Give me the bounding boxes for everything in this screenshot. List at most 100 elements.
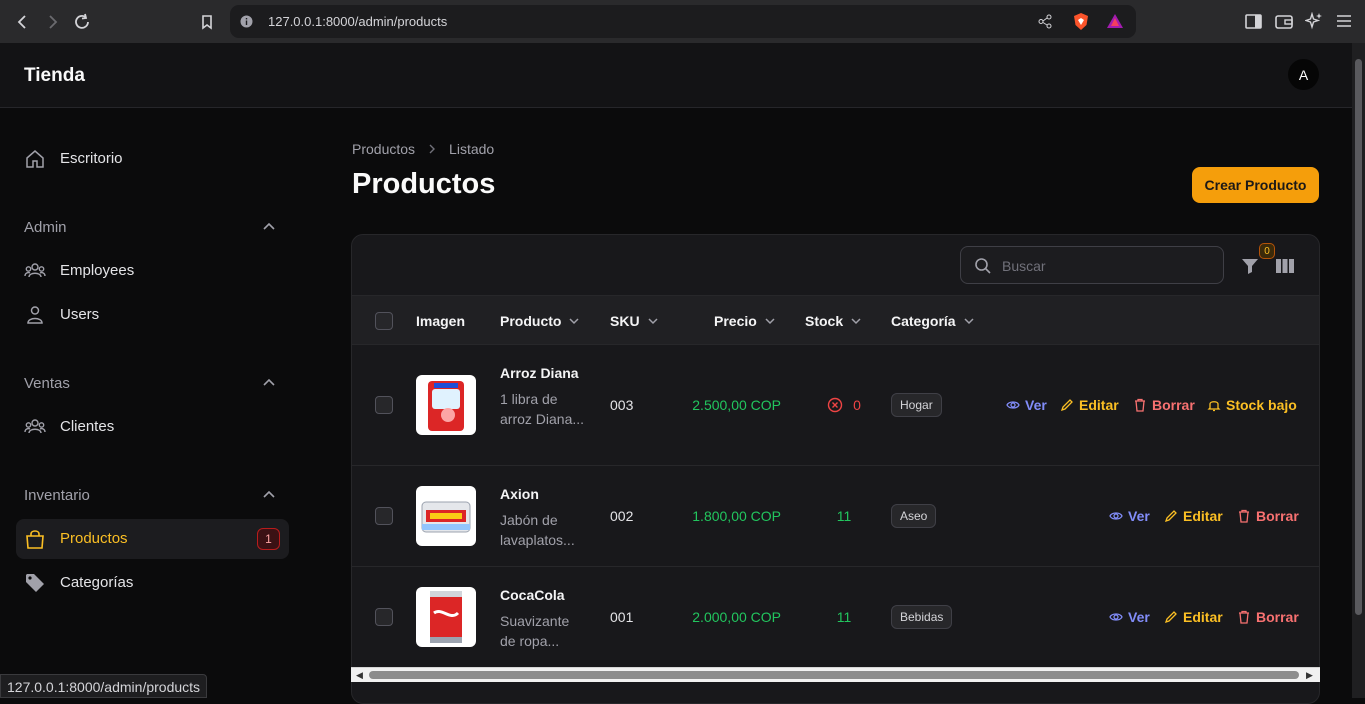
chevron-down-icon xyxy=(765,318,775,325)
breadcrumb-root[interactable]: Productos xyxy=(352,141,415,157)
chevron-up-icon[interactable] xyxy=(262,376,276,390)
edit-action[interactable]: Editar xyxy=(1164,609,1223,625)
trash-icon xyxy=(1239,509,1249,523)
sidebar-item-categorias[interactable]: Categorías xyxy=(16,563,289,603)
product-image xyxy=(416,587,476,647)
search-icon xyxy=(975,258,991,274)
sidebar: Escritorio Admin Employees Users Ventas … xyxy=(0,108,300,698)
bookmark-icon[interactable] xyxy=(192,7,222,37)
pencil-icon xyxy=(1060,399,1073,412)
user-icon xyxy=(27,306,43,324)
chevron-up-icon[interactable] xyxy=(262,220,276,234)
chevron-down-icon xyxy=(648,318,658,325)
col-stock[interactable]: Stock xyxy=(805,313,862,329)
table-header: Imagen Producto SKU Precio Stock Categor… xyxy=(352,295,1319,345)
products-table-card: Buscar 0 Imagen Producto SKU Precio Stoc… xyxy=(351,234,1320,704)
search-input[interactable]: Buscar xyxy=(960,246,1224,284)
bell-icon xyxy=(1207,401,1221,412)
table-horizontal-scrollbar[interactable]: ◀ ▶ xyxy=(351,667,1320,682)
delete-action[interactable]: Borrar xyxy=(1237,508,1299,524)
col-label: Precio xyxy=(714,313,757,329)
table-row[interactable]: Axion Jabón de lavaplatos... 002 1.800,0… xyxy=(352,466,1319,567)
create-product-button[interactable]: Crear Producto xyxy=(1192,167,1319,203)
col-label: Stock xyxy=(805,313,844,329)
view-action[interactable]: Ver xyxy=(1006,397,1047,413)
row-checkbox[interactable] xyxy=(375,396,393,414)
product-price: 1.800,00 COP xyxy=(692,508,781,524)
table-row[interactable]: CocaCola Suavizante de ropa... 001 2.000… xyxy=(352,567,1319,668)
chevron-down-icon xyxy=(851,318,861,325)
action-label: Ver xyxy=(1025,397,1047,413)
address-bar[interactable]: 127.0.0.1:8000/admin/products xyxy=(230,5,1136,38)
row-checkbox[interactable] xyxy=(375,608,393,626)
product-image xyxy=(416,486,476,546)
delete-action[interactable]: Borrar xyxy=(1133,397,1195,413)
user-avatar[interactable]: A xyxy=(1288,59,1319,90)
sidebar-toggle-icon[interactable] xyxy=(1245,13,1262,30)
low-stock-action[interactable]: Stock bajo xyxy=(1207,397,1297,413)
link-status-bar: 127.0.0.1:8000/admin/products xyxy=(0,674,208,698)
breadcrumb-current: Listado xyxy=(449,141,495,157)
edit-action[interactable]: Editar xyxy=(1164,508,1223,524)
col-categoria[interactable]: Categoría xyxy=(891,313,975,329)
sidebar-item-productos[interactable]: Productos 1 xyxy=(16,519,289,559)
brave-shield-icon[interactable] xyxy=(1072,12,1090,31)
view-action[interactable]: Ver xyxy=(1109,508,1150,524)
product-price: 2.000,00 COP xyxy=(692,609,781,625)
select-all-checkbox[interactable] xyxy=(375,312,393,330)
col-sku[interactable]: SKU xyxy=(610,313,659,329)
scroll-right-icon[interactable]: ▶ xyxy=(1306,670,1313,681)
site-info-icon[interactable] xyxy=(240,15,253,28)
chevron-down-icon xyxy=(964,318,974,325)
sidebar-item-users[interactable]: Users xyxy=(16,295,289,335)
shopping-bag-icon xyxy=(26,530,44,549)
sidebar-group-inventario[interactable]: Inventario xyxy=(24,487,90,504)
table-row[interactable]: Arroz Diana 1 libra de arroz Diana... 00… xyxy=(352,345,1319,466)
chevron-up-icon[interactable] xyxy=(262,488,276,502)
search-placeholder: Buscar xyxy=(1002,258,1046,274)
trash-icon xyxy=(1135,398,1145,412)
sidebar-item-label: Clientes xyxy=(60,418,115,435)
count-badge: 1 xyxy=(257,528,280,550)
share-icon[interactable] xyxy=(1038,14,1053,29)
scrollbar-thumb[interactable] xyxy=(1355,59,1362,615)
eye-icon xyxy=(1109,613,1123,621)
brand-logo[interactable]: Tienda xyxy=(24,65,85,87)
browser-toolbar: 127.0.0.1:8000/admin/products xyxy=(0,0,1365,43)
wallet-icon[interactable] xyxy=(1275,13,1293,30)
delete-action[interactable]: Borrar xyxy=(1237,609,1299,625)
col-precio[interactable]: Precio xyxy=(714,313,776,329)
brave-rewards-icon[interactable] xyxy=(1106,13,1124,29)
action-label: Borrar xyxy=(1256,609,1299,625)
forward-icon[interactable] xyxy=(37,7,67,37)
filter-icon[interactable] xyxy=(1240,256,1260,276)
col-imagen: Imagen xyxy=(416,313,465,329)
scroll-left-icon[interactable]: ◀ xyxy=(356,670,363,681)
menu-icon[interactable] xyxy=(1336,14,1352,28)
url-text: 127.0.0.1:8000/admin/products xyxy=(268,14,448,29)
reload-icon[interactable] xyxy=(67,7,97,37)
col-label: SKU xyxy=(610,313,640,329)
sidebar-item-label: Employees xyxy=(60,262,135,279)
leo-ai-icon[interactable] xyxy=(1305,12,1323,30)
sidebar-group-ventas[interactable]: Ventas xyxy=(24,375,70,392)
sidebar-item-employees[interactable]: Employees xyxy=(16,251,289,291)
sidebar-group-admin[interactable]: Admin xyxy=(24,219,67,236)
product-name: Arroz Diana xyxy=(500,365,579,381)
product-description: 1 libra de arroz Diana... xyxy=(500,391,585,427)
page-scrollbar[interactable] xyxy=(1352,43,1365,698)
row-checkbox[interactable] xyxy=(375,507,393,525)
sidebar-item-escritorio[interactable]: Escritorio xyxy=(16,139,289,179)
back-icon[interactable] xyxy=(8,7,38,37)
columns-icon[interactable] xyxy=(1275,256,1295,276)
edit-action[interactable]: Editar xyxy=(1060,397,1119,413)
view-action[interactable]: Ver xyxy=(1109,609,1150,625)
sidebar-item-clientes[interactable]: Clientes xyxy=(16,407,289,447)
pencil-icon xyxy=(1164,611,1177,624)
eye-icon xyxy=(1006,401,1020,409)
action-label: Ver xyxy=(1128,508,1150,524)
col-producto[interactable]: Producto xyxy=(500,313,580,329)
product-sku: 002 xyxy=(610,508,634,524)
sidebar-item-label: Users xyxy=(60,306,100,323)
scrollbar-thumb[interactable] xyxy=(369,671,1299,679)
